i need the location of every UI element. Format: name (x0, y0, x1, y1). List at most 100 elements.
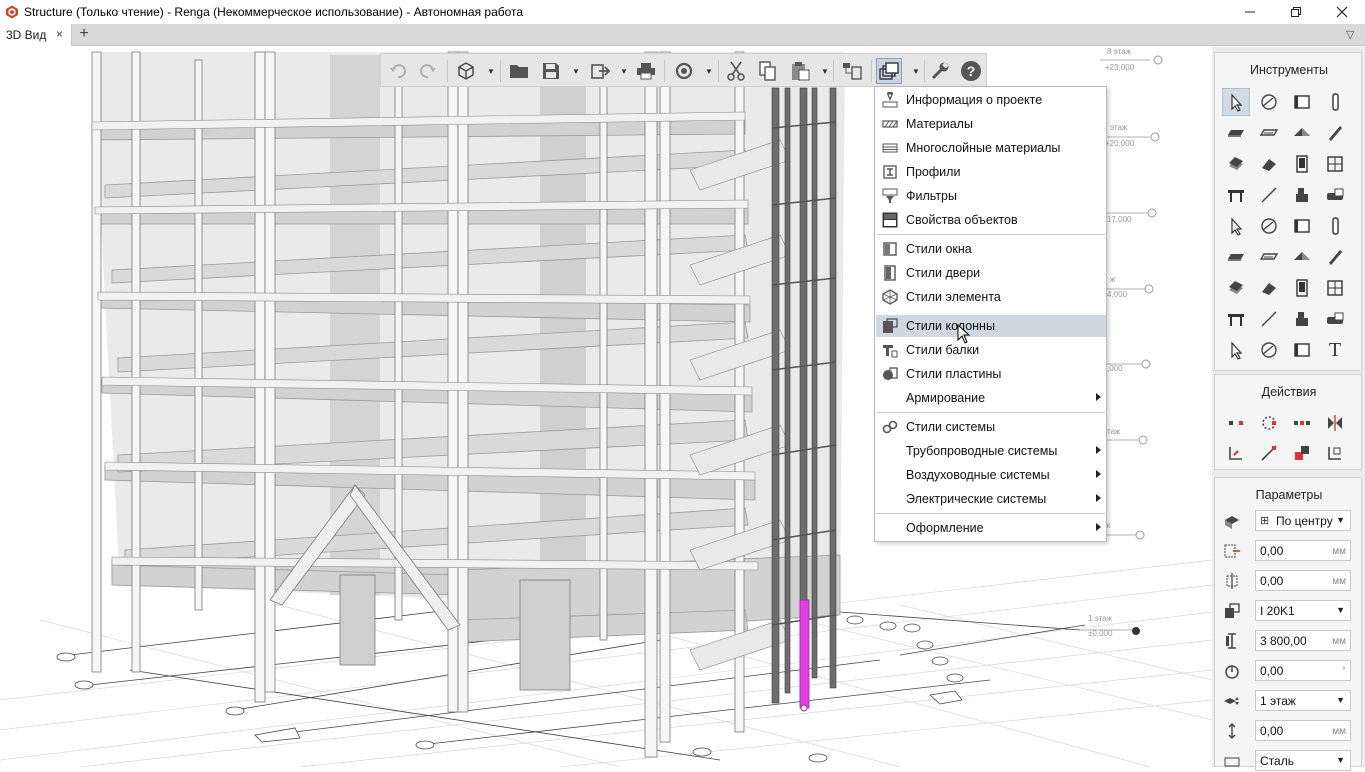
tool-beam[interactable] (1321, 119, 1349, 147)
tool-rebar[interactable] (1255, 305, 1283, 333)
menu-item-project-info[interactable]: Информация о проекте (876, 89, 1106, 111)
tool-pipe-accessory[interactable] (1321, 212, 1349, 240)
layers-button[interactable] (839, 58, 865, 84)
menu-item-duct-systems[interactable]: Воздуховодные системы (876, 464, 1106, 486)
tool-wire[interactable] (1288, 274, 1316, 302)
minimize-button[interactable] (1227, 0, 1273, 24)
tab-close-icon[interactable]: × (56, 27, 63, 41)
tool-equipment[interactable] (1255, 212, 1283, 240)
menu-item-appearance[interactable]: Оформление (876, 517, 1106, 539)
chevron-down-icon[interactable]: ▼ (705, 67, 713, 76)
action-mirror[interactable] (1321, 409, 1349, 437)
menu-item-system-styles[interactable]: Стили системы (876, 416, 1106, 438)
chevron-down-icon[interactable]: ▼ (821, 67, 829, 76)
action-move[interactable] (1222, 409, 1250, 437)
param-input[interactable]: 0,00 ° (1255, 660, 1351, 681)
export-button[interactable] (588, 58, 614, 84)
menu-item-electrical-systems[interactable]: Электрические системы (876, 488, 1106, 510)
chevron-down-icon[interactable]: ▼ (487, 67, 495, 76)
chevron-down-icon[interactable]: ▼ (912, 67, 920, 76)
settings-button[interactable] (927, 58, 953, 84)
selected-column[interactable] (799, 599, 810, 709)
param-dropdown[interactable]: ⊞ По центру ▼ (1255, 510, 1351, 531)
menu-item-plate-styles[interactable]: Стили пластины (876, 363, 1106, 385)
menu-item-piping-systems[interactable]: Трубопроводные системы (876, 440, 1106, 462)
action-array[interactable] (1288, 409, 1316, 437)
tool-electric[interactable] (1222, 274, 1250, 302)
tool-room[interactable] (1222, 305, 1250, 333)
cut-button[interactable] (723, 58, 749, 84)
menu-item-beam-styles[interactable]: Стили балки (876, 339, 1106, 361)
help-button[interactable]: ? (958, 58, 984, 84)
tool-ramp[interactable] (1255, 150, 1283, 178)
chevron-down-icon[interactable]: ▼ (1336, 605, 1345, 615)
styles-button[interactable] (876, 58, 902, 84)
tool-door[interactable] (1288, 150, 1316, 178)
tab-overflow-icon[interactable]: ▽ (1346, 28, 1354, 41)
chevron-down-icon[interactable]: ▼ (572, 67, 580, 76)
tool-select[interactable] (1222, 88, 1250, 116)
tool-window[interactable] (1321, 150, 1349, 178)
param-dropdown[interactable]: I 20K1 ▼ (1255, 600, 1351, 621)
param-dropdown[interactable]: Сталь ▼ (1255, 750, 1351, 771)
tool-column[interactable] (1321, 88, 1349, 116)
tool-duct-fitting[interactable] (1288, 243, 1316, 271)
tool-hatch[interactable] (1288, 336, 1316, 364)
menu-item-door-styles[interactable]: Стили двери (876, 262, 1106, 284)
save-button[interactable] (538, 58, 564, 84)
view-cube-button[interactable] (453, 58, 479, 84)
tool-sanitary[interactable] (1222, 212, 1250, 240)
action-rotate[interactable] (1255, 409, 1283, 437)
tool-duct[interactable] (1321, 243, 1349, 271)
undo-button[interactable] (385, 58, 411, 84)
tool-duct-accessory[interactable] (1255, 243, 1283, 271)
paste-button[interactable] (788, 58, 814, 84)
menu-item-column-styles[interactable]: Стили колонны (876, 315, 1106, 337)
redo-button[interactable] (415, 58, 441, 84)
chevron-down-icon[interactable]: ▼ (1336, 515, 1345, 525)
menu-item-window-styles[interactable]: Стили окна (876, 238, 1106, 260)
tool-axis[interactable] (1255, 88, 1283, 116)
tool-table[interactable] (1222, 181, 1250, 209)
tool-lamp[interactable] (1255, 274, 1283, 302)
param-input[interactable]: 0,00 мм (1255, 720, 1351, 741)
tool-line[interactable] (1255, 181, 1283, 209)
chevron-down-icon[interactable]: ▼ (620, 67, 628, 76)
tool-stair[interactable] (1222, 150, 1250, 178)
menu-item-object-properties[interactable]: Свойства объектов (876, 209, 1106, 231)
tool-slab[interactable] (1222, 119, 1250, 147)
param-input[interactable]: 0,00 мм (1255, 570, 1351, 591)
menu-item-materials[interactable]: Материалы (876, 113, 1106, 135)
param-input[interactable]: 3 800,00 мм (1255, 630, 1351, 651)
open-button[interactable] (506, 58, 532, 84)
menu-item-element-styles[interactable]: Стили элемента (876, 286, 1106, 308)
restore-button[interactable] (1273, 0, 1319, 24)
tool-roof[interactable] (1288, 119, 1316, 147)
tool-dimension[interactable] (1222, 336, 1250, 364)
chevron-down-icon[interactable]: ▼ (1336, 755, 1345, 765)
param-dropdown[interactable]: 1 этаж ▼ (1255, 690, 1351, 711)
menu-item-filters[interactable]: Фильтры (876, 185, 1106, 207)
add-tab-icon[interactable]: + (77, 25, 91, 43)
tool-wall[interactable] (1288, 88, 1316, 116)
menu-item-profiles[interactable]: Профили (876, 161, 1106, 183)
tool-text[interactable]: T (1321, 336, 1349, 364)
action-split[interactable] (1321, 439, 1349, 467)
tab-3d-view[interactable]: 3D Вид × (0, 24, 72, 46)
tool-outlet[interactable] (1321, 305, 1349, 333)
print-button[interactable] (633, 58, 659, 84)
tool-element[interactable] (1288, 181, 1316, 209)
action-trim[interactable] (1222, 439, 1250, 467)
action-scale[interactable] (1255, 439, 1283, 467)
close-window-button[interactable] (1319, 0, 1365, 24)
menu-item-multilayer-materials[interactable]: Многослойные материалы (876, 137, 1106, 159)
action-join[interactable] (1288, 439, 1316, 467)
tool-electric-equipment[interactable] (1321, 274, 1349, 302)
param-input[interactable]: 0,00 мм (1255, 540, 1351, 561)
tool-floor[interactable] (1255, 119, 1283, 147)
tool-valve[interactable] (1288, 212, 1316, 240)
chevron-down-icon[interactable]: ▼ (1336, 695, 1345, 705)
menu-item-reinforcement[interactable]: Армирование (876, 387, 1106, 409)
tool-pipe-fitting[interactable] (1222, 243, 1250, 271)
tool-leader[interactable] (1255, 336, 1283, 364)
